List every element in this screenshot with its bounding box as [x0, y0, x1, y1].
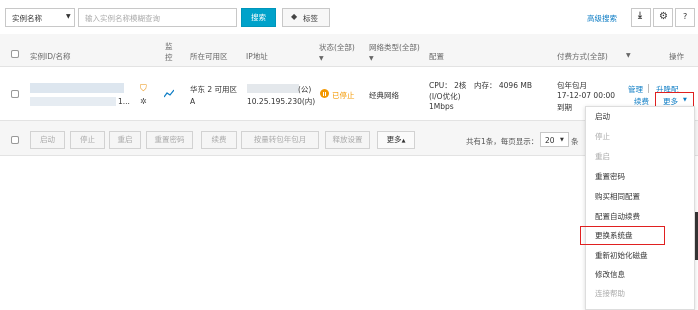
search-button[interactable]: 搜索: [241, 8, 276, 27]
settings-badge-icon: ✲: [140, 97, 147, 106]
network-text: 经典网络: [369, 91, 399, 100]
menu-item-reset-password[interactable]: 重置密码: [595, 167, 625, 187]
caret-down-icon: ▼: [560, 137, 564, 143]
config-mem: 内存： 4096 MB: [474, 81, 532, 90]
tag-button[interactable]: ◆ 标签: [282, 8, 330, 27]
private-ip-text: 10.25.195.230(内): [247, 97, 316, 106]
menu-item-restart[interactable]: 重启: [595, 147, 610, 167]
bulk-start-button[interactable]: 启动: [30, 131, 65, 149]
instance-name-redacted: [30, 97, 116, 106]
filter-select[interactable]: 实例名称 ▼: [5, 8, 75, 27]
help-button[interactable]: ?: [675, 8, 695, 27]
bulk-reset-password-button[interactable]: 重置密码: [146, 131, 193, 149]
download-button[interactable]: ⤓: [631, 8, 651, 27]
config-io: (I/O优化): [429, 92, 461, 101]
config-cpu: CPU： 2核: [429, 81, 467, 90]
pagination-text: 共有1条，每页显示：: [466, 137, 539, 146]
instance-name-suffix[interactable]: 1...: [118, 97, 130, 106]
page-size-value: 20: [545, 136, 555, 145]
bulk-release-setting-button[interactable]: 释放设置: [325, 131, 370, 149]
bulk-more-button[interactable]: 更多▲: [377, 131, 415, 149]
shield-icon: ⛉: [140, 84, 147, 94]
menu-item-replace-system-disk[interactable]: 更换系统盘: [595, 226, 633, 246]
zone-text: 华东 2 可用区 A: [190, 85, 238, 106]
gear-icon: ⚙: [659, 11, 668, 22]
search-placeholder: 输入实例名称模糊查询: [85, 14, 160, 23]
download-icon: ⤓: [638, 11, 642, 21]
search-button-label: 搜索: [251, 13, 266, 22]
header-network[interactable]: 网络类型(全部): [369, 42, 420, 53]
billing-expire: 17-12-07 00:00: [557, 91, 616, 100]
header-billing[interactable]: 付费方式(全部): [557, 51, 608, 62]
stopped-icon: [320, 89, 329, 98]
bulk-stop-button[interactable]: 停止: [70, 131, 105, 149]
header-monitor: 监控: [165, 42, 173, 62]
public-ip-redacted: [247, 84, 299, 93]
page-size-select[interactable]: 20 ▼: [540, 132, 569, 147]
menu-item-stop[interactable]: 停止: [595, 127, 610, 147]
bulk-restart-button[interactable]: 重启: [109, 131, 141, 149]
status-filter-icon[interactable]: ▼: [319, 55, 324, 62]
help-icon: ?: [683, 12, 688, 21]
tag-button-label: 标签: [303, 14, 318, 23]
menu-item-modify-info[interactable]: 修改信息: [595, 265, 625, 285]
billing-type: 包年包月: [557, 81, 587, 90]
config-bandwidth: 1Mbps: [429, 102, 454, 111]
menu-item-auto-renew[interactable]: 配置自动续费: [595, 207, 640, 227]
select-all-checkbox[interactable]: [11, 50, 19, 58]
advanced-search-link[interactable]: 高级搜索: [587, 13, 617, 24]
settings-button[interactable]: ⚙: [653, 8, 673, 27]
filter-select-value: 实例名称: [12, 14, 42, 23]
menu-item-connect-help[interactable]: 连接帮助: [595, 284, 625, 304]
monitor-chart-icon[interactable]: [164, 89, 174, 98]
search-input[interactable]: 输入实例名称模糊查询: [78, 8, 237, 27]
bulk-select-checkbox[interactable]: [11, 136, 19, 144]
header-status[interactable]: 状态(全部): [319, 42, 355, 53]
menu-item-reinit-disk[interactable]: 重新初始化磁盘: [595, 246, 648, 266]
instance-id-redacted: [30, 83, 124, 93]
menu-item-buy-same-config[interactable]: 购买相同配置: [595, 187, 640, 207]
billing-filter-icon[interactable]: ▼: [626, 52, 631, 59]
bulk-more-label: 更多: [386, 135, 402, 144]
bulk-convert-subscription-button[interactable]: 按量转包年包月: [241, 131, 319, 149]
more-actions-button[interactable]: 更多 ▼: [655, 92, 694, 107]
caret-down-icon: ▼: [66, 13, 71, 20]
caret-up-icon: ▲: [401, 138, 406, 144]
network-filter-icon[interactable]: ▼: [369, 55, 374, 62]
header-id-name: 实例ID/名称: [30, 52, 71, 61]
row-checkbox[interactable]: [11, 90, 19, 98]
chevron-down-icon: ▼: [683, 97, 687, 103]
header-ip: IP地址: [246, 52, 268, 61]
billing-status: 到期: [557, 103, 572, 112]
tag-icon: ◆: [291, 12, 298, 21]
pagination-unit: 条: [571, 137, 579, 146]
header-actions: 操作: [669, 52, 684, 61]
action-divider: [648, 84, 649, 93]
status-text: 已停止: [332, 91, 355, 100]
menu-item-start[interactable]: 启动: [595, 107, 610, 127]
bulk-renew-button[interactable]: 续费: [201, 131, 237, 149]
header-config: 配置: [429, 52, 444, 61]
manage-link[interactable]: 管理: [628, 84, 643, 95]
header-zone: 所在可用区: [190, 52, 228, 61]
public-ip-label: (公): [298, 85, 312, 94]
